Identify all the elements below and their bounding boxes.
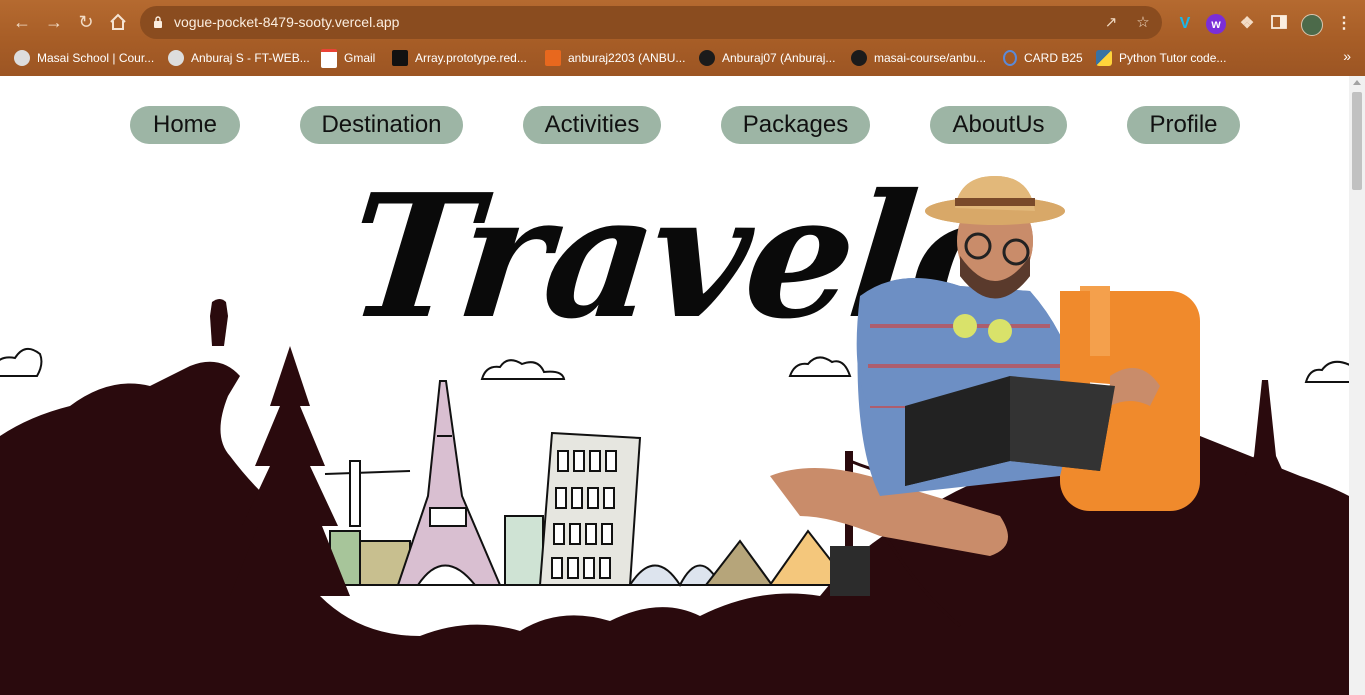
github-icon: [851, 50, 867, 66]
nav-aboutus-button[interactable]: AboutUs: [930, 106, 1067, 144]
reload-icon[interactable]: ↻: [74, 10, 98, 34]
nav-activities-button[interactable]: Activities: [523, 106, 661, 144]
bookmark-item[interactable]: masai-course/anbu...: [851, 49, 986, 67]
forward-arrow-icon[interactable]: →: [42, 10, 66, 34]
nav-profile-button[interactable]: Profile: [1127, 106, 1240, 144]
hero-title: Travelo: [339, 157, 1032, 357]
python-icon: [1096, 50, 1112, 66]
globe-icon: [168, 50, 184, 66]
main-navbar: Home Destination Activities Packages Abo…: [0, 106, 1349, 144]
puzzle-icon[interactable]: ❖: [1237, 14, 1257, 34]
extension-w-icon[interactable]: w: [1206, 14, 1226, 34]
page-viewport: Travelo Home Destination Activities Pack…: [0, 76, 1349, 695]
side-panel-icon[interactable]: [1269, 14, 1289, 34]
nav-destination-button[interactable]: Destination: [300, 106, 463, 144]
bookmark-item[interactable]: Python Tutor code...: [1096, 49, 1226, 67]
share-icon[interactable]: ↗: [1101, 13, 1121, 33]
bookmark-item[interactable]: CARD B25: [1003, 49, 1083, 67]
lock-icon: [154, 16, 162, 28]
github-icon: [699, 50, 715, 66]
scroll-up-arrow-icon[interactable]: [1353, 80, 1361, 85]
avatar[interactable]: [1301, 14, 1323, 36]
vimeo-icon[interactable]: V: [1175, 14, 1195, 34]
mdn-icon: [392, 50, 408, 66]
gmail-icon: [321, 48, 337, 68]
back-arrow-icon[interactable]: ←: [10, 10, 34, 34]
bookmarks-overflow-icon[interactable]: »: [1343, 48, 1351, 64]
browser-chrome: ← → ↻ vogue-pocket-8479-sooty.vercel.app…: [0, 0, 1365, 76]
codepen-icon: [545, 50, 561, 66]
bookmark-item[interactable]: Gmail: [321, 48, 375, 68]
bookmark-item[interactable]: Anburaj S - FT-WEB...: [168, 49, 310, 67]
scroll-thumb[interactable]: [1352, 92, 1362, 190]
ring-icon: [1003, 50, 1017, 66]
nav-home-button[interactable]: Home: [130, 106, 240, 144]
home-icon[interactable]: [106, 10, 130, 34]
url-text[interactable]: vogue-pocket-8479-sooty.vercel.app: [174, 14, 399, 30]
bookmarks-bar: Masai School | Cour... Anburaj S - FT-WE…: [0, 40, 1365, 74]
address-bar[interactable]: vogue-pocket-8479-sooty.vercel.app ↗ ☆: [140, 6, 1162, 39]
bookmark-item[interactable]: anburaj2203 (ANBU...: [545, 49, 685, 67]
bookmark-item[interactable]: Array.prototype.red...: [392, 49, 527, 67]
nav-packages-button[interactable]: Packages: [721, 106, 870, 144]
bookmark-item[interactable]: Anburaj07 (Anburaj...: [699, 49, 835, 67]
menu-kebab-icon[interactable]: ⋮: [1334, 14, 1354, 34]
star-icon[interactable]: ☆: [1133, 13, 1153, 33]
browser-toolbar: ← → ↻ vogue-pocket-8479-sooty.vercel.app…: [0, 4, 1365, 40]
page-scrollbar[interactable]: [1349, 76, 1365, 695]
bookmark-item[interactable]: Masai School | Cour...: [14, 49, 154, 67]
globe-icon: [14, 50, 30, 66]
